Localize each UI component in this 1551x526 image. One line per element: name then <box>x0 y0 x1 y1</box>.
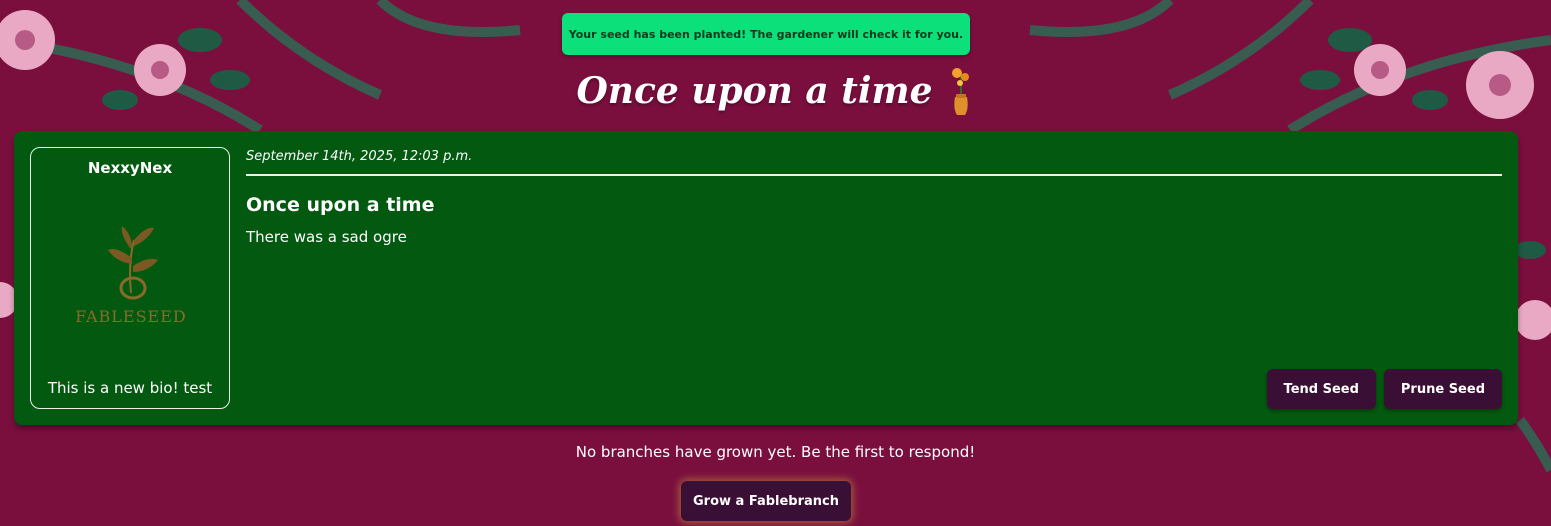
post-content: September 14th, 2025, 12:03 p.m. Once up… <box>246 147 1502 409</box>
post-actions: Tend Seed Prune Seed <box>1266 369 1502 409</box>
author-bio: This is a new bio! test <box>47 379 213 397</box>
author-username[interactable]: NexxyNex <box>31 159 229 177</box>
tend-seed-button[interactable]: Tend Seed <box>1266 369 1376 409</box>
sprout-logo-icon <box>108 226 158 300</box>
avatar: FABLESEED <box>75 226 186 326</box>
no-branches-message: No branches have grown yet. Be the first… <box>575 443 976 461</box>
post-card: NexxyNex FABLESEED This is a new bio! te… <box>14 131 1518 425</box>
avatar-logo-text: FABLESEED <box>75 307 186 326</box>
grow-fablebranch-button[interactable]: Grow a Fablebranch <box>681 481 851 521</box>
vase-flower-icon <box>951 68 969 115</box>
post-title: Once upon a time <box>246 194 435 216</box>
post-text: There was a sad ogre <box>246 228 407 246</box>
prune-seed-button[interactable]: Prune Seed <box>1383 369 1502 409</box>
page-header: Once upon a time <box>0 62 1551 120</box>
flash-message: Your seed has been planted! The gardener… <box>562 13 970 55</box>
page-title: Once upon a time <box>576 70 933 112</box>
author-panel: NexxyNex FABLESEED This is a new bio! te… <box>30 147 230 409</box>
post-date: September 14th, 2025, 12:03 p.m. <box>246 147 1502 176</box>
